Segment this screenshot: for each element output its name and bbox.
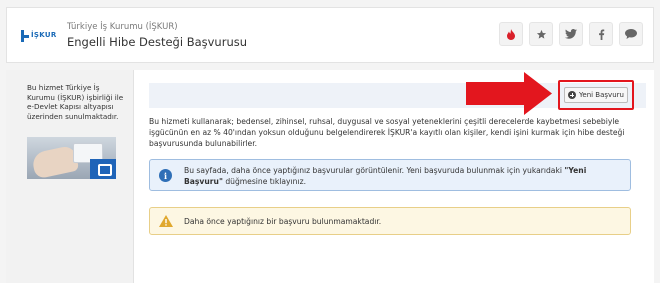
- plus-circle-icon: [568, 91, 577, 99]
- comment-button[interactable]: [619, 22, 643, 46]
- service-description: Bu hizmeti kullanarak; bedensel, zihinse…: [149, 117, 625, 148]
- new-application-label: Yeni Başvuru: [579, 91, 624, 99]
- info-alert-text: Bu sayfada, daha önce yaptığınız başvuru…: [184, 166, 624, 188]
- main-content: Yeni Başvuru Bu hizmeti kullanarak; bede…: [134, 70, 654, 283]
- sidebar: Bu hizmet Türkiye İş Kurumu (İŞKUR) işbi…: [6, 70, 134, 283]
- service-image: [27, 137, 116, 179]
- twitter-share-button[interactable]: [559, 22, 583, 46]
- page-title: Engelli Hibe Desteği Başvurusu: [67, 35, 248, 49]
- fire-icon: [507, 28, 515, 40]
- info-text-end: düğmesine tıklayınız.: [222, 176, 306, 186]
- display-icon: [90, 159, 116, 179]
- red-arrow-annotation: [466, 72, 552, 115]
- iskur-logo-text: İŞKUR: [31, 31, 57, 39]
- facebook-share-button[interactable]: [589, 22, 613, 46]
- page-header: İŞKUR Türkiye İş Kurumu (İŞKUR) Engelli …: [6, 7, 654, 63]
- info-icon: i: [159, 169, 172, 182]
- new-application-button[interactable]: Yeni Başvuru: [564, 87, 628, 103]
- comment-icon: [625, 29, 637, 39]
- twitter-icon: [565, 29, 577, 39]
- warning-alert: Daha önce yaptığınız bir başvuru bulunma…: [149, 207, 631, 235]
- star-icon: [536, 29, 546, 39]
- favorite-button[interactable]: [529, 22, 553, 46]
- warning-alert-text: Daha önce yaptığınız bir başvuru bulunma…: [184, 217, 382, 226]
- sidebar-description: Bu hizmet Türkiye İş Kurumu (İŞKUR) işbi…: [27, 83, 124, 121]
- warning-icon: [159, 215, 173, 227]
- facebook-icon: [598, 29, 604, 40]
- iskur-logo-mark: [21, 30, 29, 42]
- page-frame: İŞKUR Türkiye İş Kurumu (İŞKUR) Engelli …: [0, 0, 660, 283]
- info-text-start: Bu sayfada, daha önce yaptığınız başvuru…: [184, 166, 565, 175]
- popular-button[interactable]: [499, 22, 523, 46]
- hand-illustration: [30, 144, 80, 179]
- new-application-highlight: Yeni Başvuru: [558, 80, 634, 110]
- iskur-logo[interactable]: İŞKUR: [21, 26, 61, 48]
- header-subtitle: Türkiye İş Kurumu (İŞKUR): [67, 22, 178, 32]
- header-actions: [499, 22, 643, 46]
- info-alert: i Bu sayfada, daha önce yaptığınız başvu…: [149, 159, 631, 191]
